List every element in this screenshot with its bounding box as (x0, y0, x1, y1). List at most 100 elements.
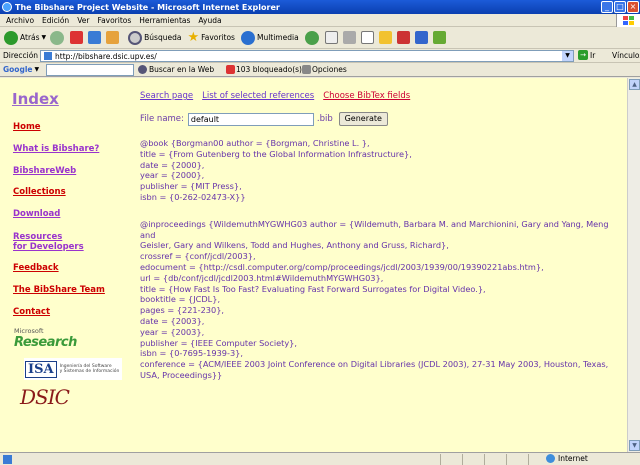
google-search-web-button[interactable]: Buscar en la Web (138, 65, 214, 74)
search-button[interactable]: Búsqueda (128, 29, 181, 47)
google-menu-chevron-icon[interactable]: ▼ (35, 66, 40, 73)
ie-icon (2, 2, 12, 12)
sidebar: Index (12, 90, 122, 108)
options-icon (302, 65, 311, 74)
back-label: Atrás (20, 33, 40, 42)
maximize-button[interactable]: □ (614, 1, 626, 13)
minimize-button[interactable]: _ (601, 1, 613, 13)
page-status-icon (3, 454, 12, 464)
google-logo[interactable]: Google (3, 65, 33, 74)
bibtex-line: edocument = {http://csdl.computer.org/co… (140, 261, 544, 272)
menu-ayuda[interactable]: Ayuda (198, 16, 221, 25)
google-options-label: Opciones (312, 65, 347, 74)
stop-button[interactable] (70, 29, 84, 47)
isai-logo[interactable]: ISA Ingeniería del Software y Sistemas d… (24, 358, 122, 380)
file-name-input[interactable]: default (187, 112, 314, 126)
popup-blocker-button[interactable]: 103 bloqueado(s) (226, 65, 302, 74)
forward-arrow-icon (50, 30, 65, 45)
menu-ver[interactable]: Ver (77, 16, 89, 25)
mail-button[interactable] (324, 29, 339, 47)
back-button[interactable]: Atrás ▼ (4, 29, 46, 47)
bibtex-line: isbn = {0-7695-1939-3}, (140, 348, 243, 359)
microsoft-research-logo[interactable]: Microsoft Research (14, 327, 77, 350)
bibtex-output: @book {Borgman00 author = {Borgman, Chri… (140, 138, 624, 381)
page-icon (44, 52, 52, 60)
research-text: Research (14, 335, 77, 350)
bibtex-line: url = {db/conf/jcdl/jcdl2003.html#Wildem… (140, 272, 384, 283)
extra-button[interactable] (432, 29, 447, 47)
bibtex-line: date = {2003}, (140, 315, 205, 326)
favorites-button[interactable]: ★ Favoritos (187, 29, 235, 47)
back-arrow-icon (4, 30, 18, 45)
bibtex-line: publisher = {IEEE Computer Society}, (140, 337, 297, 348)
isai-text-2: y Sistemas de Información (59, 369, 120, 374)
google-search-web-label: Buscar en la Web (149, 65, 215, 74)
bibtex-line: title = {From Gutenberg to the Global In… (140, 148, 412, 159)
generate-button[interactable]: Generate (338, 112, 388, 126)
toolbar: Atrás ▼ Búsqueda ★ Favoritos Multimedia (0, 27, 640, 49)
mail-icon (324, 31, 338, 44)
address-bar: Dirección http://bibshare.dsic.upv.es/ ▼… (0, 49, 640, 63)
sidebar-item-resources[interactable]: Resources (13, 232, 62, 242)
menu-favoritos[interactable]: Favoritos (97, 16, 131, 25)
forward-button[interactable] (50, 29, 66, 47)
messenger-button[interactable] (396, 29, 411, 47)
home-icon (106, 31, 120, 44)
sidebar-item-what-is-bibshare[interactable]: What is Bibshare? (13, 144, 99, 154)
go-label: Ir (590, 50, 596, 60)
dsic-logo[interactable]: DSIC (20, 385, 70, 409)
chevron-down-icon[interactable]: ▼ (562, 51, 573, 61)
popup-blocked-icon (226, 65, 235, 74)
google-options-button[interactable]: Opciones (302, 65, 347, 74)
sidebar-item-feedback[interactable]: Feedback (13, 263, 59, 273)
print-button[interactable] (342, 29, 357, 47)
sidebar-item-collections[interactable]: Collections (13, 187, 66, 197)
home-button[interactable] (106, 29, 120, 47)
address-input[interactable]: http://bibshare.dsic.upv.es/ ▼ (40, 50, 574, 62)
bibtex-line: booktitle = {JCDL}, (140, 294, 221, 305)
sidebar-item-for-developers[interactable]: for Developers (13, 242, 84, 252)
file-extension: .bib (316, 114, 333, 124)
page-content: Index Home What is Bibshare? BibshareWeb… (0, 78, 627, 452)
sidebar-item-bibshareweb[interactable]: BibshareWeb (13, 166, 76, 176)
sidebar-item-contact[interactable]: Contact (13, 307, 50, 317)
menu-archivo[interactable]: Archivo (6, 16, 34, 25)
flag-icon (396, 31, 410, 44)
menu-edicion[interactable]: Edición (42, 16, 69, 25)
media-icon (240, 30, 255, 45)
close-button[interactable]: × (627, 1, 639, 13)
file-name-row: File name: default .bib Generate (140, 112, 388, 126)
history-icon (304, 30, 319, 45)
vertical-scrollbar[interactable]: ▲ ▼ (627, 78, 640, 452)
notes-icon (378, 31, 392, 44)
menu-herramientas[interactable]: Herramientas (139, 16, 190, 25)
file-name-label: File name: (140, 114, 184, 124)
selected-references-link[interactable]: List of selected references (202, 91, 314, 101)
star-icon: ★ (187, 30, 200, 45)
discuss-button[interactable] (378, 29, 393, 47)
bibtex-line: isbn = {0-262-02473-X}} (140, 191, 246, 202)
top-navigation: Search page List of selected references … (140, 91, 410, 101)
bibtex-line: year = {2003}, (140, 326, 205, 337)
bibtex-line: USA, Proceedings}} (140, 369, 223, 380)
sidebar-item-home[interactable]: Home (13, 122, 41, 132)
bibtex-line: pages = {221-230}, (140, 305, 225, 316)
scroll-down-icon[interactable]: ▼ (629, 440, 640, 451)
edit-button[interactable] (360, 29, 375, 47)
sidebar-item-download[interactable]: Download (13, 209, 60, 219)
history-button[interactable] (304, 29, 321, 47)
sidebar-item-team[interactable]: The BibShare Team (13, 285, 105, 295)
sidebar-title[interactable]: Index (12, 90, 122, 108)
go-button[interactable]: → Ir (578, 50, 595, 60)
browser-window: The Bibshare Project Website - Microsoft… (0, 0, 640, 465)
scroll-up-icon[interactable]: ▲ (629, 79, 640, 90)
refresh-button[interactable] (88, 29, 102, 47)
google-search-input[interactable] (46, 64, 134, 76)
links-button[interactable]: Vínculos (612, 51, 640, 60)
research-button[interactable] (414, 29, 429, 47)
menu-bar: Archivo Edición Ver Favoritos Herramient… (0, 14, 640, 27)
media-button[interactable]: Multimedia (240, 29, 299, 47)
bibtex-line: year = {2000}, (140, 170, 205, 181)
search-page-link[interactable]: Search page (140, 91, 193, 101)
choose-bibtex-fields-link[interactable]: Choose BibTex fields (323, 91, 410, 101)
